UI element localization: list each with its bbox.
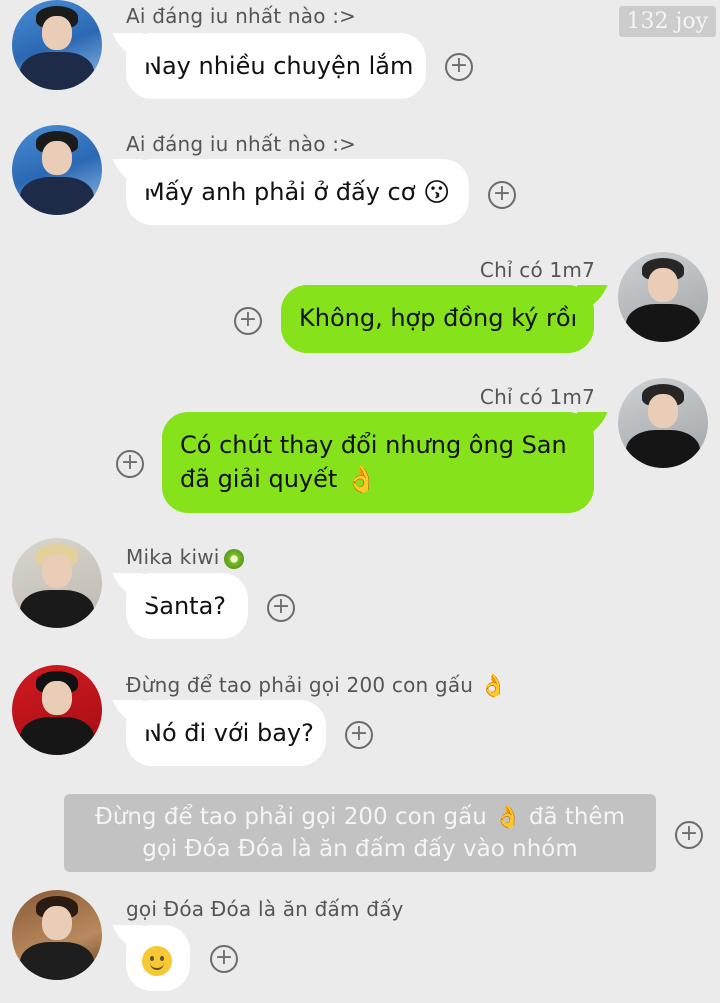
sender-name: Ai đáng iu nhất nào :> — [126, 4, 357, 28]
message-text: Nay nhiều chuyện lắm — [144, 52, 414, 80]
kiwi-icon — [223, 548, 244, 569]
add-reaction-icon[interactable]: + — [267, 594, 295, 622]
message-text: Santa? — [144, 592, 227, 620]
add-reaction-icon[interactable]: + — [445, 53, 473, 81]
kissing-face-emoji: 😗 — [423, 178, 451, 208]
ok-hand-emoji: 👌 — [494, 804, 522, 830]
avatar[interactable] — [12, 665, 102, 755]
message-bubble[interactable]: Nay nhiều chuyện lắm — [126, 33, 426, 99]
message-text: Không, hợp đồng ký rồi — [299, 304, 578, 332]
add-reaction-icon[interactable]: + — [116, 450, 144, 478]
message-bubble[interactable]: Không, hợp đồng ký rồi — [281, 285, 594, 353]
ok-hand-emoji: 👌 — [479, 673, 508, 699]
sender-name: Ai đáng iu nhất nào :> — [126, 132, 357, 156]
avatar[interactable] — [12, 890, 102, 980]
message-bubble[interactable]: Có chút thay đổi nhưng ông San đã giải q… — [162, 412, 594, 513]
message-bubble[interactable]: Santa? — [126, 573, 248, 639]
add-reaction-icon[interactable]: + — [675, 821, 703, 849]
message-bubble[interactable] — [126, 925, 190, 991]
watermark: 132 joy — [618, 6, 716, 37]
message-text-line: Có chút thay đổi nhưng ông San — [180, 431, 567, 459]
avatar[interactable] — [12, 125, 102, 215]
message-bubble[interactable]: Nó đi với bay? — [126, 700, 326, 766]
avatar[interactable] — [12, 538, 102, 628]
avatar[interactable] — [12, 0, 102, 90]
message-bubble[interactable]: Mấy anh phải ở đấy cơ 😗 — [126, 159, 469, 225]
message-text-line: đã giải quyết — [180, 465, 338, 493]
sender-name: Mika kiwi — [126, 545, 244, 569]
message-text: Nó đi với bay? — [144, 719, 314, 747]
ok-hand-emoji: 👌 — [344, 465, 378, 495]
system-notice: Đừng để tao phải gọi 200 con gấu 👌 đã th… — [64, 794, 656, 872]
avatar[interactable] — [618, 252, 708, 342]
sender-name: gọi Đóa Đóa là ăn đấm đấy — [126, 897, 404, 921]
add-reaction-icon[interactable]: + — [234, 307, 262, 335]
sender-name: Chỉ có 1m7 — [479, 385, 595, 409]
smiley-face-sticker — [142, 946, 172, 976]
add-reaction-icon[interactable]: + — [488, 181, 516, 209]
sender-name: Đừng để tao phải gọi 200 con gấu 👌 — [126, 673, 508, 699]
message-text: Mấy anh phải ở đấy cơ — [144, 178, 416, 206]
add-reaction-icon[interactable]: + — [345, 721, 373, 749]
add-reaction-icon[interactable]: + — [210, 945, 238, 973]
avatar[interactable] — [618, 378, 708, 468]
sender-name: Chỉ có 1m7 — [479, 258, 595, 282]
